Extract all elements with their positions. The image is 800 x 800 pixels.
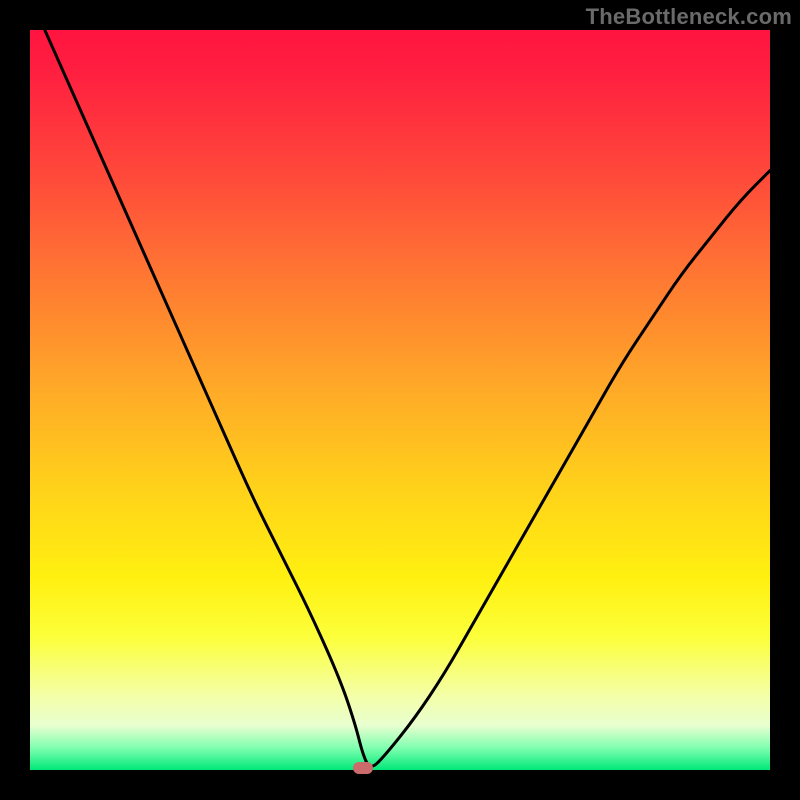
bottleneck-curve	[30, 30, 770, 770]
chart-plot-area	[30, 30, 770, 770]
watermark-text: TheBottleneck.com	[586, 4, 792, 30]
optimal-point-marker	[353, 762, 373, 774]
